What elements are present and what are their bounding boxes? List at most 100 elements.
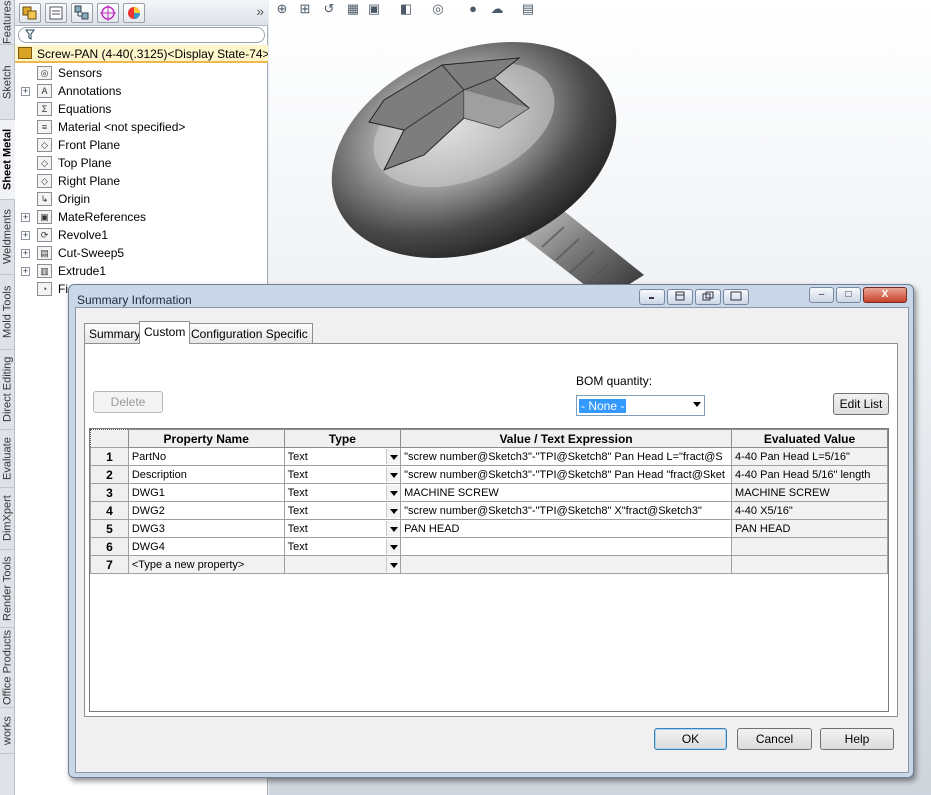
type-cell[interactable] (283, 555, 402, 574)
row-number[interactable]: 4 (90, 501, 129, 520)
vertical-tab-sketch[interactable]: Sketch (0, 45, 15, 120)
row-number[interactable]: 1 (90, 447, 129, 466)
zoom-to-fit-icon[interactable]: ⊕ (274, 1, 290, 17)
delete-button[interactable]: Delete (93, 391, 163, 413)
property-name-cell[interactable]: DWG2 (127, 501, 285, 520)
row-number[interactable]: 6 (90, 537, 129, 556)
tree-item-annotations[interactable]: + A Annotations (15, 82, 268, 100)
chevron-down-icon[interactable] (386, 557, 400, 572)
tree-item-material[interactable]: ≡ Material <not specified> (15, 118, 268, 136)
previous-view-icon[interactable]: ↺ (321, 1, 337, 17)
value-cell[interactable]: "screw number@Sketch3"-"TPI@Sketch8" Pan… (400, 447, 733, 466)
vertical-tab-sheet-metal[interactable]: Sheet Metal (0, 120, 15, 200)
expand-panel-icon[interactable]: » (256, 3, 264, 19)
section-view-icon[interactable]: ▦ (345, 1, 361, 17)
row-number[interactable]: 3 (90, 483, 129, 502)
doc-tile-button[interactable] (667, 289, 693, 305)
tab-configuration-specific[interactable]: Configuration Specific (186, 323, 313, 343)
column-header-type[interactable]: Type (283, 429, 402, 448)
tree-item-right[interactable]: ◇ Right Plane (15, 172, 268, 190)
table-row[interactable]: 1 PartNo Text "screw number@Sketch3"-"TPI@S… (90, 447, 888, 466)
close-button[interactable]: X (863, 287, 907, 303)
vertical-tab-weldments[interactable]: Weldments (0, 200, 15, 275)
vertical-tab-mold-tools[interactable]: Mold Tools (0, 275, 15, 350)
vertical-tab-dimxpert[interactable]: DimXpert (0, 488, 15, 550)
value-cell[interactable]: MACHINE SCREW (400, 483, 733, 502)
view-orientation-icon[interactable]: ▣ (366, 1, 382, 17)
vertical-tab-works[interactable]: works (0, 708, 15, 754)
property-name-cell[interactable]: DWG1 (127, 483, 285, 502)
display-style-icon[interactable]: ◧ (398, 1, 414, 17)
chevron-down-icon[interactable] (386, 539, 400, 554)
tree-item-origin[interactable]: ↳ Origin (15, 190, 268, 208)
configuration-manager-icon[interactable] (71, 3, 93, 23)
help-button[interactable]: Help (820, 728, 894, 750)
tree-item-top[interactable]: ◇ Top Plane (15, 154, 268, 172)
feature-tree-icon[interactable] (19, 3, 41, 23)
property-name-cell[interactable]: DWG4 (127, 537, 285, 556)
feature-filter-input[interactable] (18, 27, 265, 43)
chevron-down-icon[interactable] (386, 467, 400, 482)
column-header-property-name[interactable]: Property Name (127, 429, 285, 448)
maximize-button[interactable]: □ (836, 287, 861, 303)
vertical-tab-direct-editing[interactable]: Direct Editing (0, 350, 15, 430)
tree-item-front[interactable]: ◇ Front Plane (15, 136, 268, 154)
hide-show-items-icon[interactable]: ◎ (430, 1, 446, 17)
value-cell[interactable]: PAN HEAD (400, 519, 733, 538)
tab-custom[interactable]: Custom (139, 321, 191, 344)
table-row[interactable]: 3 DWG1 Text MACHINE SCREW MACHINE SCREW (90, 483, 888, 502)
doc-maximize-button[interactable] (723, 289, 749, 305)
tree-item-equations[interactable]: Σ Equations (15, 100, 268, 118)
table-row[interactable]: 2 Description Text "screw number@Sketch3"-"… (90, 465, 888, 484)
chevron-down-icon[interactable] (386, 485, 400, 500)
value-cell[interactable]: "screw number@Sketch3"-"TPI@Sketch8" Pan… (400, 465, 733, 484)
grid-corner-header[interactable] (90, 429, 129, 448)
view-settings-icon[interactable]: ▤ (520, 1, 536, 17)
expand-icon[interactable]: + (21, 249, 30, 258)
tree-item-sensors[interactable]: ◎ Sensors (15, 64, 268, 82)
chevron-down-icon[interactable] (386, 449, 400, 464)
feature-tree-root[interactable]: Screw-PAN (4-40(.3125)<Display State-74> (15, 45, 268, 63)
display-manager-icon[interactable] (123, 3, 145, 23)
vertical-tab-render-tools[interactable]: Render Tools (0, 550, 15, 628)
cancel-button[interactable]: Cancel (737, 728, 812, 750)
value-cell[interactable] (400, 555, 733, 574)
doc-minimize-button[interactable] (639, 289, 665, 305)
column-header-value[interactable]: Value / Text Expression (400, 429, 733, 448)
chevron-down-icon[interactable] (386, 521, 400, 536)
edit-list-button[interactable]: Edit List (833, 393, 889, 415)
ok-button[interactable]: OK (654, 728, 727, 750)
row-number[interactable]: 5 (90, 519, 129, 538)
property-name-cell[interactable]: <Type a new property> (127, 555, 285, 574)
type-cell[interactable]: Text (283, 501, 402, 520)
value-cell[interactable]: "screw number@Sketch3"-"TPI@Sketch8" X"f… (400, 501, 733, 520)
property-manager-icon[interactable] (45, 3, 67, 23)
bom-quantity-select[interactable]: - None - (576, 395, 705, 416)
type-cell[interactable]: Text (283, 519, 402, 538)
apply-scene-icon[interactable]: ☁ (489, 1, 505, 17)
zoom-to-area-icon[interactable]: ⊞ (297, 1, 313, 17)
dimxpert-icon[interactable] (97, 3, 119, 23)
expand-icon[interactable]: + (21, 87, 30, 96)
vertical-tab-features[interactable]: Features (0, 0, 15, 45)
type-cell[interactable]: Text (283, 483, 402, 502)
edit-appearance-icon[interactable]: ● (465, 1, 481, 17)
row-number[interactable]: 7 (90, 555, 129, 574)
tree-item-revolve1[interactable]: + ⟳ Revolve1 (15, 226, 268, 244)
type-cell[interactable]: Text (283, 537, 402, 556)
table-row[interactable]: 7 <Type a new property> (90, 555, 888, 574)
minimize-button[interactable]: – (809, 287, 834, 303)
tree-item-extrude1[interactable]: + ▥ Extrude1 (15, 262, 268, 280)
table-row[interactable]: 4 DWG2 Text "screw number@Sketch3"-"TPI@Ske… (90, 501, 888, 520)
value-cell[interactable] (400, 537, 733, 556)
chevron-down-icon[interactable] (386, 503, 400, 518)
table-row[interactable]: 5 DWG3 Text PAN HEAD PAN HEAD (90, 519, 888, 538)
vertical-tab-evaluate[interactable]: Evaluate (0, 430, 15, 488)
tree-item-cut-sweep5[interactable]: + ▤ Cut-Sweep5 (15, 244, 268, 262)
property-name-cell[interactable]: DWG3 (127, 519, 285, 538)
expand-icon[interactable]: + (21, 213, 30, 222)
table-row[interactable]: 6 DWG4 Text (90, 537, 888, 556)
tab-summary[interactable]: Summary (84, 323, 146, 343)
column-header-evaluated-value[interactable]: Evaluated Value (731, 429, 888, 448)
row-number[interactable]: 2 (90, 465, 129, 484)
